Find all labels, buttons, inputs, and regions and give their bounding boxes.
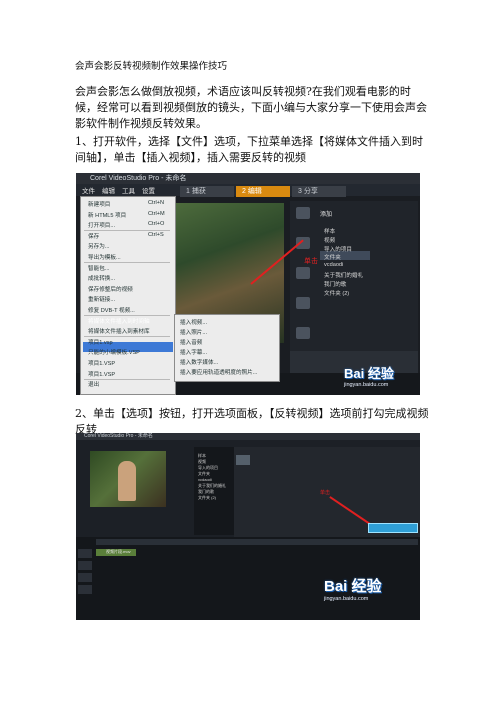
menu-edit[interactable]: 编辑 <box>102 185 115 195</box>
step1-paragraph: 1、打开软件，选择【文件】选项，下拉菜单选择【将媒体文件插入到时间轴】，单击【插… <box>75 135 423 164</box>
add-button[interactable]: 添加 <box>320 209 332 218</box>
filter-icon[interactable] <box>296 327 310 339</box>
submenu-item[interactable]: 插入音频 <box>180 338 202 346</box>
screenshot-options-panel: Corel VideoStudio Pro - 未命名 样本 视频 导入的项目 … <box>76 433 420 620</box>
timeline-ruler <box>96 539 418 545</box>
library-item[interactable]: 文件夹 <box>324 253 341 261</box>
file-menu-item[interactable]: 新 HTML5 项目 <box>88 211 126 219</box>
track-header[interactable] <box>78 561 92 570</box>
annotation-label: 单击 <box>320 490 331 496</box>
menu-shortcut: Ctrl+M <box>148 210 165 217</box>
menu-settings[interactable]: 设置 <box>142 185 155 195</box>
library-folder-list: 样本 视频 导入的项目 文件夹 vcdaodi 关于我们的婚礼 我门的歌 文件夹… <box>194 447 234 535</box>
file-menu-item[interactable]: 保存修整后的视频 <box>88 285 133 293</box>
file-menu-item[interactable]: 项目1.vsp <box>88 338 113 346</box>
watermark-logo: Bai 经验 jingyan.baidu.com <box>324 578 382 602</box>
library-item[interactable]: 关于我们的婚礼 <box>324 271 363 279</box>
menu-tools[interactable]: 工具 <box>122 185 135 195</box>
file-menu-item[interactable]: 修复 DVB-T 视频... <box>88 306 135 314</box>
file-menu-item[interactable]: 成批转换... <box>88 274 115 282</box>
file-menu-item[interactable]: 另存为... <box>88 242 109 250</box>
document-title: 会声会影反转视频制作效果操作技巧 <box>75 61 228 72</box>
screenshot-file-menu: Corel VideoStudio Pro - 未命名 文件 编辑 工具 设置 … <box>76 173 420 395</box>
library-item[interactable]: 导入的项目 <box>324 245 352 253</box>
track-header[interactable] <box>78 585 92 594</box>
window-title: Corel VideoStudio Pro - 未命名 <box>76 173 420 184</box>
submenu-item[interactable]: 插入照片... <box>180 328 207 336</box>
library-item[interactable]: vcdaodi <box>324 262 343 268</box>
video-preview <box>90 451 166 507</box>
annotation-label: 单击 <box>304 258 318 265</box>
file-menu-item[interactable]: 项目1.VSP <box>88 359 115 367</box>
clip-label: 视频片段.mov <box>106 549 131 554</box>
file-menu-item[interactable]: 退出 <box>88 380 99 388</box>
window-title: Corel VideoStudio Pro - 未命名 <box>76 433 420 440</box>
submenu-item[interactable]: 插入字幕... <box>180 348 207 356</box>
options-button[interactable] <box>368 523 418 533</box>
file-menu-item[interactable]: 项目1.VSP <box>88 370 115 378</box>
media-icon[interactable] <box>296 207 310 219</box>
library-panel: 添加 样本 视频 导入的项目 文件夹 vcdaodi 关于我们的婚礼 我门的歌 … <box>290 201 418 351</box>
folder-item[interactable]: vcdaodi <box>198 477 212 482</box>
file-menu-item[interactable]: 保存 <box>88 232 99 240</box>
menu-shortcut: Ctrl+S <box>148 231 164 238</box>
file-menu-item[interactable]: 新建项目 <box>88 200 110 208</box>
folder-item[interactable]: 文件夹 (2) <box>198 495 216 501</box>
file-menu-item[interactable]: 导出为模板... <box>88 253 121 261</box>
title-icon[interactable] <box>296 267 310 279</box>
menu-shortcut: Ctrl+N <box>148 200 165 206</box>
track-header[interactable] <box>78 549 92 558</box>
graphic-icon[interactable] <box>296 297 310 309</box>
submenu-item[interactable]: 插入数字媒体... <box>180 358 218 366</box>
file-menu-item[interactable]: 重新链接... <box>88 295 115 303</box>
tab-capture[interactable]: 1 捕获 <box>180 186 234 197</box>
file-menu-item[interactable]: 将媒体文件插入到素材库 <box>88 327 150 335</box>
file-menu-item[interactable]: 智能包... <box>88 264 109 272</box>
menu-shortcut: Ctrl+O <box>148 221 165 228</box>
submenu-item[interactable]: 插入要应用轨道透明度的照片... <box>180 368 257 376</box>
video-frame-person <box>118 461 136 501</box>
file-menu-item[interactable]: 打开项目... <box>88 221 115 229</box>
library-item[interactable]: 文件夹 (2) <box>324 289 349 297</box>
library-item[interactable]: 视频 <box>324 236 335 244</box>
intro-paragraph: 会声会影怎么做倒放视频，术语应该叫反转视频?在我们观看电影的时候，经常可以看到视… <box>75 85 427 130</box>
library-item[interactable]: 样本 <box>324 227 335 235</box>
submenu-item[interactable]: 插入视频... <box>180 318 207 326</box>
tab-edit[interactable]: 2 编辑 <box>236 186 290 197</box>
track-header[interactable] <box>78 573 92 582</box>
menu-file[interactable]: 文件 <box>82 185 95 195</box>
library-item[interactable]: 我门的歌 <box>324 280 346 288</box>
watermark-logo: Bai 经验 jingyan.baidu.com <box>344 366 394 388</box>
media-thumbnail[interactable] <box>236 455 250 465</box>
tab-share[interactable]: 3 分享 <box>292 186 346 197</box>
file-menu-item[interactable]: 只能的小编模板.VSP <box>88 348 140 356</box>
file-menu-item[interactable]: 将媒体文件插入到时间轴 <box>88 317 150 325</box>
